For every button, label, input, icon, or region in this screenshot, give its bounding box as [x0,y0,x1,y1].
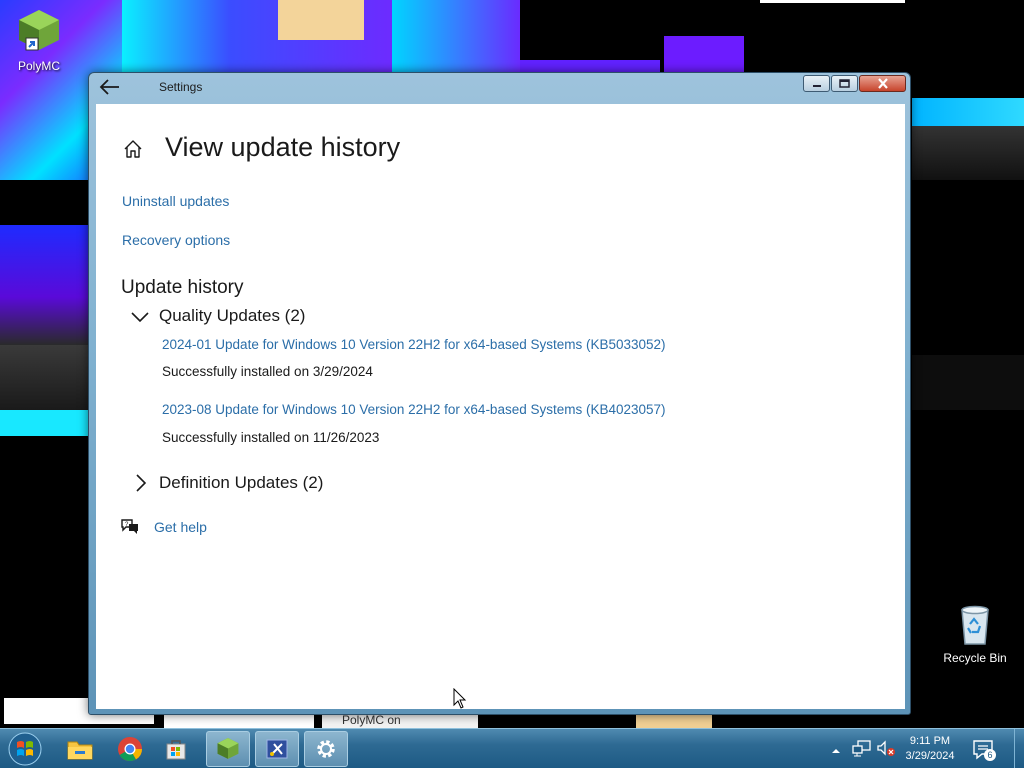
wallpaper-block [912,126,1024,180]
taskbar-settings[interactable] [304,731,348,767]
recycle-bin-icon [961,605,989,645]
wallpaper-block [0,225,88,345]
show-desktop-button[interactable] [1014,729,1024,768]
close-button[interactable] [859,75,906,92]
wallpaper-block [912,355,1024,410]
update-status: Successfully installed on 11/26/2023 [162,430,380,445]
folder-icon [67,741,93,760]
chevron-up-icon [832,749,840,753]
clock[interactable]: 9:11 PM 3/29/2024 [898,734,962,764]
start-button[interactable] [4,730,46,768]
minimize-icon [812,84,821,87]
clock-date: 3/29/2024 [905,750,955,762]
chrome-icon [118,737,142,762]
chevron-right-icon [136,474,147,492]
show-hidden-icons-button[interactable] [830,743,842,761]
window-title: Settings [159,80,203,94]
notification-count-badge: 6 [984,749,996,761]
maximize-icon [839,79,850,88]
window-controls [802,75,906,92]
maximize-button[interactable] [831,75,858,92]
uninstall-updates-link[interactable]: Uninstall updates [122,193,229,209]
wallpaper-block [912,98,1024,126]
home-button[interactable] [122,138,144,165]
clock-time: 9:11 PM [909,735,951,747]
group-label: Quality Updates (2) [159,306,306,325]
update-status: Successfully installed on 3/29/2024 [162,364,373,379]
group-label: Definition Updates (2) [159,473,324,492]
help-icon-wrap: ? [120,517,140,540]
desktop-icon-label: PolyMC [17,59,60,73]
wallpaper-block [664,36,744,76]
wallpaper-block [0,410,88,436]
taskbar: 9:11 PM 3/29/2024 6 [0,728,1024,768]
polymc-icon [19,10,59,51]
recovery-options-link[interactable]: Recovery options [122,232,230,248]
home-icon [124,140,142,158]
update-title-link[interactable]: 2023-08 Update for Windows 10 Version 22… [162,402,666,417]
taskbar-store[interactable] [154,731,198,767]
store-icon [166,740,186,760]
settings-window: Settings View update history Uninstall u… [88,72,911,715]
taskbar-file-explorer[interactable] [58,731,102,767]
snipping-tool-icon [266,739,288,759]
back-arrow-icon [99,79,119,95]
wallpaper-block [760,0,905,3]
minimize-button[interactable] [803,75,830,92]
desktop-icon-label: Recycle Bin [943,651,1007,665]
update-title-link[interactable]: 2024-01 Update for Windows 10 Version 22… [162,337,666,352]
volume-tray-button[interactable] [876,739,896,762]
taskbar-polymc[interactable] [206,731,250,767]
quality-updates-toggle[interactable]: Quality Updates (2) [129,305,305,327]
gear-icon [317,740,335,758]
volume-muted-icon [877,740,895,756]
network-icon [852,740,871,757]
action-center-button[interactable]: 6 [972,738,996,762]
windows-orb-icon [8,732,42,766]
wallpaper-block [278,0,364,40]
desktop-icon-polymc[interactable]: PolyMC [4,8,74,73]
desktop-icon-recycle-bin[interactable]: Recycle Bin [940,602,1010,665]
chevron-down-icon [131,312,149,323]
taskbar-chrome[interactable] [108,731,152,767]
mouse-cursor-icon [453,688,467,709]
wallpaper-block [392,0,520,75]
definition-updates-toggle[interactable]: Definition Updates (2) [129,472,323,494]
close-icon [877,78,888,89]
title-bar[interactable]: Settings [89,73,910,103]
polymc-icon [217,738,239,759]
wallpaper-block [0,345,88,410]
page-title: View update history [165,132,401,162]
back-button[interactable] [99,78,125,98]
behind-window-text: PolyMC on [342,713,401,727]
section-title: Update history [121,277,244,298]
get-help-link[interactable]: Get help [154,519,207,535]
settings-content: View update history Uninstall updates Re… [96,104,905,709]
taskbar-snipping-tool[interactable] [255,731,299,767]
help-chat-icon: ? [121,519,138,534]
network-tray-button[interactable] [852,739,872,762]
